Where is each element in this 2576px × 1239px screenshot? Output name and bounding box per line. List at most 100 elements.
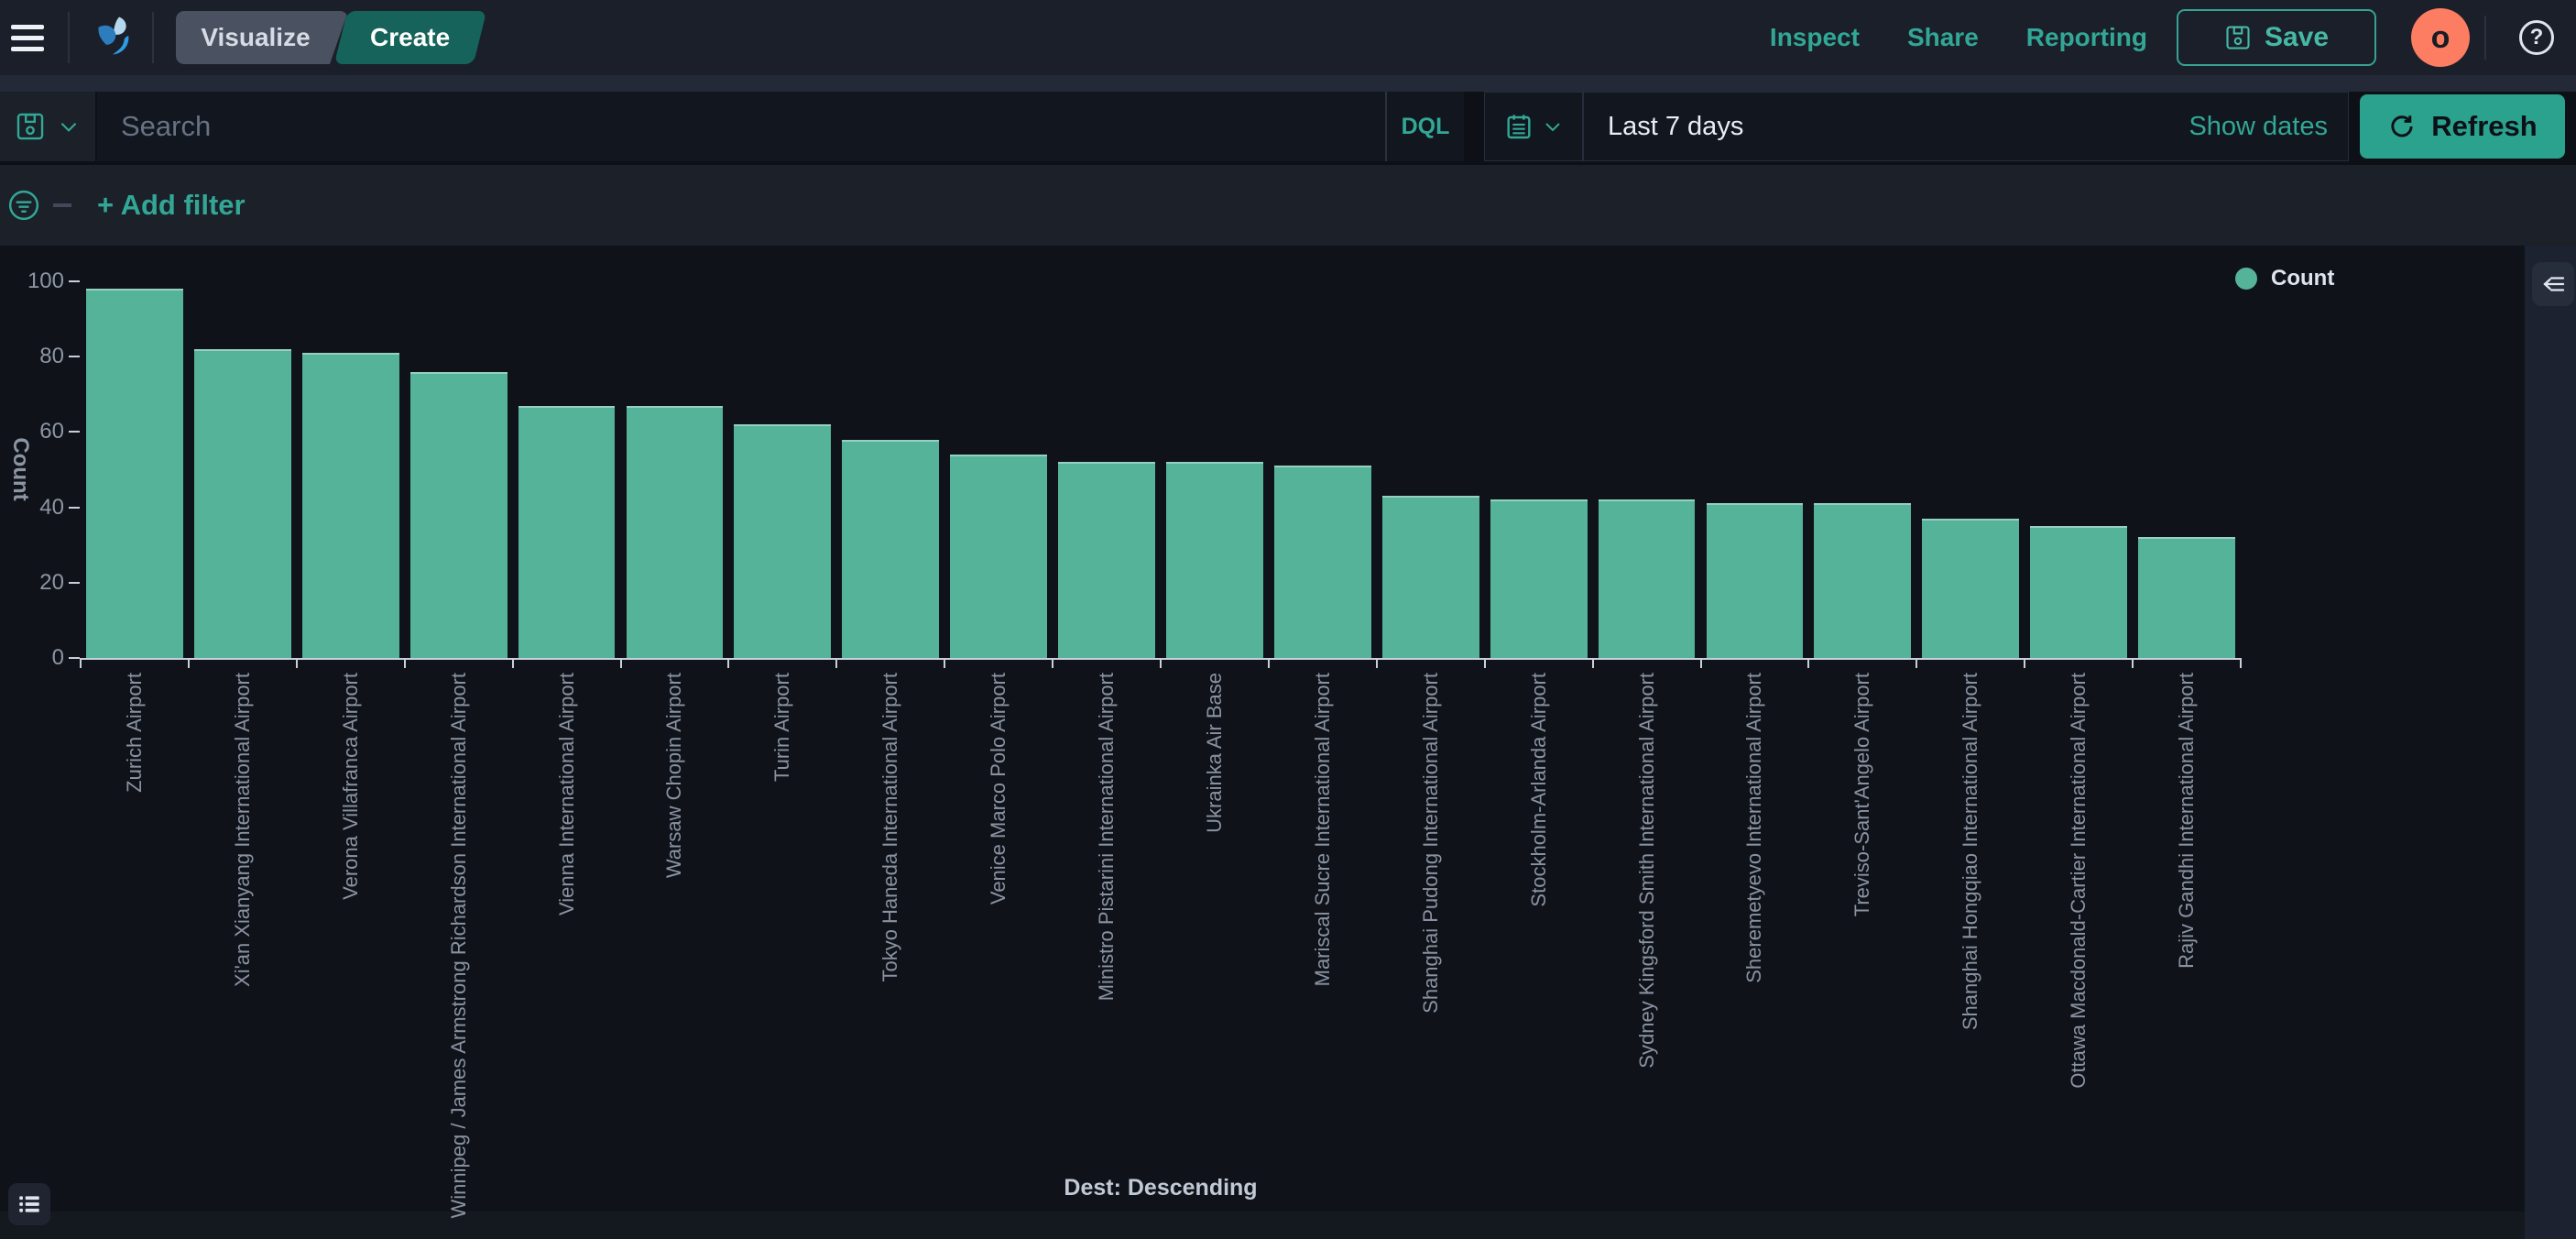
saved-query-icon [15,111,46,142]
x-tick-mark [1484,658,1486,668]
x-axis-label: Stockholm-Arlanda Airport [1528,673,1550,907]
bar[interactable] [2138,537,2235,658]
x-axis-label-text: Ministro Pistarini International Airport [1096,673,1118,1001]
x-tick-mark [296,658,298,668]
x-axis-label: Warsaw Chopin Airport [663,673,685,878]
logo-blob-blue [98,26,115,45]
menu-hamburger-icon[interactable] [11,17,51,58]
x-axis-label: Ukrainka Air Base [1204,673,1226,833]
bar[interactable] [2030,526,2127,658]
bar[interactable] [410,372,508,658]
filter-set-icon[interactable] [5,187,42,224]
x-axis-label-text: Ottawa Macdonald-Cartier International A… [2068,673,2090,1089]
quick-select-calendar-button[interactable] [1485,93,1584,160]
top-nav-links: Inspect Share Reporting [1770,23,2147,52]
x-axis-label-text: Mariscal Sucre International Airport [1312,673,1334,986]
x-axis-label-text: Sydney Kingsford Smith International Air… [1635,673,1657,1069]
x-tick-mark [512,658,514,668]
y-tick-label: 20 [0,570,64,596]
avatar[interactable]: o [2411,8,2470,67]
y-tick-label: 60 [0,419,64,444]
legend-toggle-button[interactable] [8,1183,50,1225]
x-tick-mark [1916,658,1917,668]
x-tick-mark [2024,658,2025,668]
x-tick-mark [1376,658,1378,668]
bar[interactable] [1599,499,1696,658]
chevron-down-icon [1542,115,1564,137]
calendar-icon [1504,112,1534,141]
x-axis-label: Treviso-Sant'Angelo Airport [1851,673,1873,916]
bar[interactable] [194,349,291,658]
tab-visualize[interactable]: Visualize [176,11,348,64]
save-button-label: Save [2265,22,2329,53]
tab-create[interactable]: Create [334,11,486,64]
x-axis-label-text: Turin Airport [771,673,793,782]
legend-label: Count [2271,266,2334,291]
save-button[interactable]: Save [2177,9,2376,66]
y-tick-label: 40 [0,495,64,521]
x-tick-mark [188,658,190,668]
filter-bar: + Add filter [0,161,2576,246]
reporting-link[interactable]: Reporting [2026,23,2147,52]
bar[interactable] [734,424,831,658]
x-tick-mark [404,658,406,668]
x-axis-label-text: Shanghai Pudong International Airport [1420,673,1442,1014]
share-link[interactable]: Share [1907,23,1979,52]
bar[interactable] [86,289,183,658]
bar[interactable] [842,440,939,658]
tab-create-label: Create [370,23,450,52]
x-axis-label-text: Treviso-Sant'Angelo Airport [1851,673,1873,916]
logo-swoosh [113,36,128,55]
bar[interactable] [950,455,1047,658]
bar[interactable] [1707,503,1804,658]
divider [152,12,154,63]
bar[interactable] [302,353,399,658]
x-axis-title: Dest: Descending [1064,1175,1257,1201]
legend-dot [2235,268,2257,290]
y-tick-mark [69,431,80,433]
search-input[interactable] [97,92,1385,161]
y-tick-label: 0 [0,645,64,671]
opensearch-logo-icon[interactable] [86,13,136,62]
x-tick-mark [1268,658,1270,668]
x-axis-label: Sydney Kingsford Smith International Air… [1635,673,1657,1069]
y-tick-mark [69,280,80,282]
refresh-button[interactable]: Refresh [2360,94,2565,159]
query-language-button[interactable]: DQL [1385,92,1464,161]
x-axis-label: Sheremetyevo International Airport [1743,673,1765,983]
bar[interactable] [1274,466,1371,658]
x-axis-label-text: Sheremetyevo International Airport [1743,673,1765,983]
saved-query-menu-button[interactable] [0,92,97,161]
divider [68,12,70,63]
x-tick-mark [620,658,622,668]
main-content: Count Count Dest: Descending 02040608010… [0,246,2576,1239]
x-axis-label: Vienna International Airport [555,673,577,916]
x-axis-label: Shanghai Hongqiao International Airport [1959,673,1981,1030]
bar[interactable] [1814,503,1911,658]
chart-panel: Count Count Dest: Descending 02040608010… [0,246,2525,1212]
help-icon[interactable]: ? [2519,20,2554,55]
bar[interactable] [1166,462,1263,658]
x-axis-label: Turin Airport [771,673,793,782]
y-tick-mark [69,356,80,357]
x-axis-label: Shanghai Pudong International Airport [1420,673,1442,1014]
date-range-value[interactable]: Last 7 days [1584,112,2189,142]
refresh-icon [2387,112,2417,141]
add-filter-button[interactable]: + Add filter [97,189,246,222]
x-axis-label: Tokyo Haneda International Airport [879,673,901,982]
bar[interactable] [1058,462,1155,658]
x-axis-label: Winnipeg / James Armstrong Richardson In… [448,673,470,1219]
divider [2484,16,2486,60]
bar[interactable] [1490,499,1588,658]
collapse-panel-button[interactable] [2532,262,2574,306]
legend-item-count[interactable]: Count [2235,266,2334,291]
bar[interactable] [627,406,724,658]
y-tick-mark [69,657,80,659]
x-axis-label: Xi'an Xianyang International Airport [232,673,254,987]
inspect-link[interactable]: Inspect [1770,23,1860,52]
bar[interactable] [1922,519,2019,658]
x-axis-label-text: Vienna International Airport [555,673,577,916]
show-dates-button[interactable]: Show dates [2189,112,2348,142]
bar[interactable] [1382,496,1479,658]
bar[interactable] [518,406,616,658]
